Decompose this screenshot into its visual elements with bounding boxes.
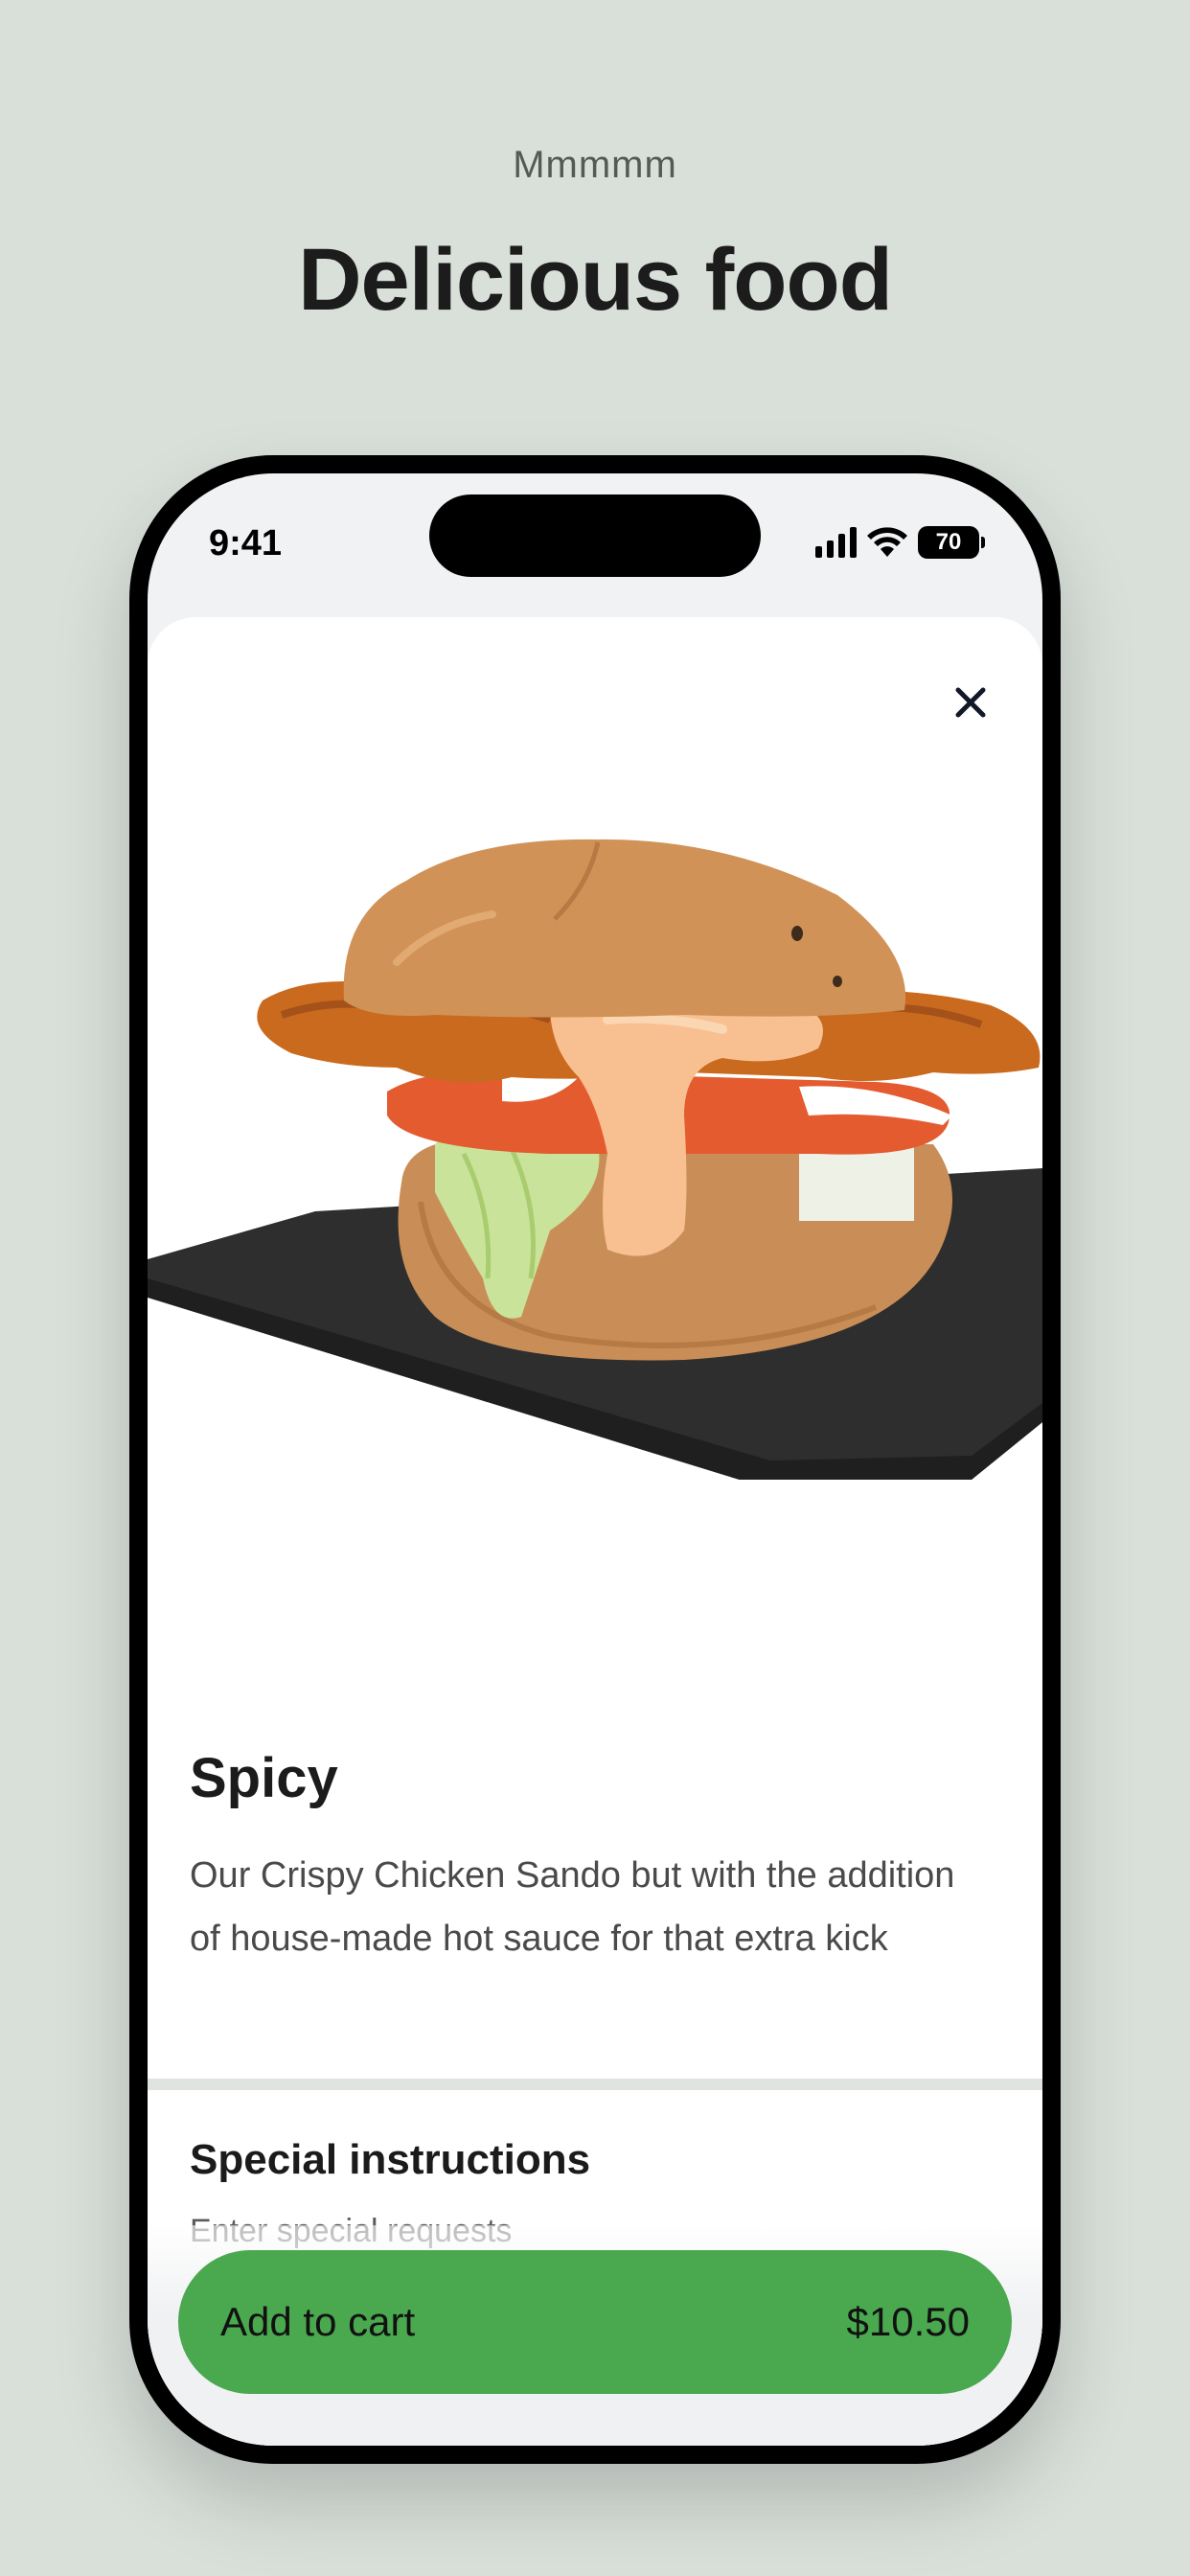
signal-icon <box>815 527 857 558</box>
add-to-cart-label: Add to cart <box>220 2299 416 2344</box>
battery-icon: 70 <box>918 526 985 559</box>
page-headline: Delicious food <box>298 231 893 329</box>
status-icons: 70 <box>815 523 985 562</box>
close-icon[interactable] <box>947 678 995 726</box>
status-bar: 9:41 70 <box>148 473 1042 617</box>
special-instructions-title: Special instructions <box>190 2136 591 2183</box>
section-divider <box>148 2079 1042 2090</box>
phone-screen: 9:41 70 Spicy Our Crispy Chicken Sando b… <box>148 473 1042 2446</box>
item-detail-sheet: Spicy Our Crispy Chicken Sando but with … <box>148 617 1042 2446</box>
item-name: Spicy <box>190 1747 338 1809</box>
item-description: Our Crispy Chicken Sando but with the ad… <box>190 1855 955 1959</box>
wifi-icon <box>866 526 908 559</box>
food-image <box>148 839 1042 1480</box>
phone-frame: 9:41 70 Spicy Our Crispy Chicken Sando b… <box>129 455 1061 2464</box>
page-eyebrow: Mmmmm <box>513 144 677 186</box>
status-time: 9:41 <box>209 523 283 564</box>
add-to-cart-price: $10.50 <box>846 2299 970 2344</box>
dynamic-island <box>429 494 761 577</box>
add-to-cart-button[interactable]: Add to cart $10.50 <box>178 2250 1012 2394</box>
